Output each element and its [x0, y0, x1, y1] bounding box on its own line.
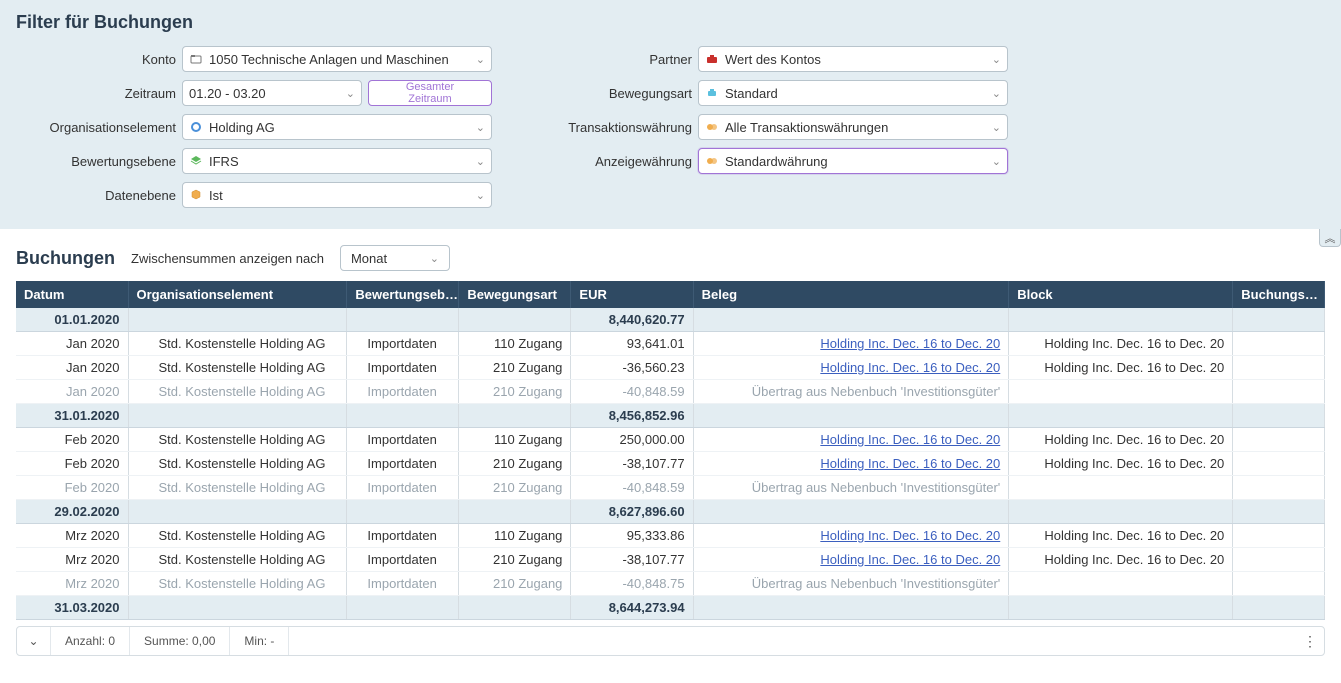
subtotal-row[interactable]: 01.01.20208,440,620.77 — [16, 308, 1325, 332]
cube-icon — [189, 188, 203, 202]
label-partner: Partner — [532, 52, 692, 67]
label-org: Organisationselement — [16, 120, 176, 135]
label-anzeige: Anzeigewährung — [532, 154, 692, 169]
chevron-down-icon: ⌄ — [992, 53, 1001, 66]
label-daten: Datenebene — [16, 188, 176, 203]
table-row[interactable]: Mrz 2020Std. Kostenstelle Holding AGImpo… — [16, 572, 1325, 596]
subtotal-row[interactable]: 29.02.20208,627,896.60 — [16, 500, 1325, 524]
beleg-link[interactable]: Holding Inc. Dec. 16 to Dec. 20 — [820, 432, 1000, 447]
filter-panel: Filter für Buchungen Konto 1050 Technisc… — [0, 0, 1341, 229]
konto-select[interactable]: 1050 Technische Anlagen und Maschinen ⌄ — [182, 46, 492, 72]
footer-count: Anzahl: 0 — [51, 627, 130, 655]
trans-select[interactable]: Alle Transaktionswährungen ⌄ — [698, 114, 1008, 140]
gesamter-zeitraum-button[interactable]: Gesamter Zeitraum — [368, 80, 492, 106]
beleg-link[interactable]: Holding Inc. Dec. 16 to Dec. 20 — [820, 552, 1000, 567]
beleg-link[interactable]: Holding Inc. Dec. 16 to Dec. 20 — [820, 360, 1000, 375]
table-row[interactable]: Feb 2020Std. Kostenstelle Holding AGImpo… — [16, 428, 1325, 452]
footer-sum: Summe: 0,00 — [130, 627, 230, 655]
chevron-down-icon: ⌄ — [476, 155, 485, 168]
table-header-row: Datum Organisationselement Bewertungseb…… — [16, 281, 1325, 308]
col-bewegung[interactable]: Bewegungsart — [459, 281, 571, 308]
table-row[interactable]: Jan 2020Std. Kostenstelle Holding AGImpo… — [16, 332, 1325, 356]
chevron-down-icon: ⌄ — [476, 121, 485, 134]
chevron-down-icon: ⌄ — [430, 252, 439, 265]
label-zeitraum: Zeitraum — [16, 86, 176, 101]
col-buchungs[interactable]: Buchungs… — [1233, 281, 1325, 308]
label-bewegung: Bewegungsart — [532, 86, 692, 101]
collapse-filter-button[interactable]: ︽ — [1319, 229, 1341, 247]
subtotal-row[interactable]: 31.01.20208,456,852.96 — [16, 404, 1325, 428]
col-beleg[interactable]: Beleg — [693, 281, 1009, 308]
table-row[interactable]: Feb 2020Std. Kostenstelle Holding AGImpo… — [16, 476, 1325, 500]
table-row[interactable]: Mrz 2020Std. Kostenstelle Holding AGImpo… — [16, 548, 1325, 572]
beleg-link[interactable]: Holding Inc. Dec. 16 to Dec. 20 — [820, 456, 1000, 471]
chevron-down-icon: ⌄ — [346, 87, 355, 100]
chevron-down-icon: ⌄ — [476, 189, 485, 202]
footer-menu-button[interactable]: ⋮ — [1296, 627, 1324, 655]
chevron-down-icon: ⌄ — [992, 121, 1001, 134]
label-bewertung: Bewertungsebene — [16, 154, 176, 169]
bewertung-select[interactable]: IFRS ⌄ — [182, 148, 492, 174]
daten-select[interactable]: Ist ⌄ — [182, 182, 492, 208]
beleg-link[interactable]: Holding Inc. Dec. 16 to Dec. 20 — [820, 336, 1000, 351]
col-bewertung[interactable]: Bewertungseb… — [347, 281, 459, 308]
layers-icon — [189, 154, 203, 168]
chevron-down-icon: ⌄ — [476, 53, 485, 66]
org-select[interactable]: Holding AG ⌄ — [182, 114, 492, 140]
expand-footer-button[interactable]: ⌄ — [17, 627, 51, 655]
partner-select[interactable]: Wert des Kontos ⌄ — [698, 46, 1008, 72]
org-icon — [189, 120, 203, 134]
col-eur[interactable]: EUR — [571, 281, 693, 308]
subtotal-label: Zwischensummen anzeigen nach — [131, 251, 324, 266]
beleg-link[interactable]: Holding Inc. Dec. 16 to Dec. 20 — [820, 528, 1000, 543]
zeitraum-select[interactable]: 01.20 - 03.20 ⌄ — [182, 80, 362, 106]
col-block[interactable]: Block — [1009, 281, 1233, 308]
col-datum[interactable]: Datum — [16, 281, 128, 308]
folder-icon — [189, 52, 203, 66]
chevron-down-icon: ⌄ — [992, 87, 1001, 100]
table-row[interactable]: Jan 2020Std. Kostenstelle Holding AGImpo… — [16, 356, 1325, 380]
label-konto: Konto — [16, 52, 176, 67]
currency-icon — [705, 120, 719, 134]
bookings-table: Datum Organisationselement Bewertungseb…… — [16, 281, 1325, 620]
anzeige-select[interactable]: Standardwährung ⌄ — [698, 148, 1008, 174]
chevron-down-icon: ⌄ — [992, 155, 1001, 168]
bewegung-select[interactable]: Standard ⌄ — [698, 80, 1008, 106]
currency-icon — [705, 154, 719, 168]
table-row[interactable]: Feb 2020Std. Kostenstelle Holding AGImpo… — [16, 452, 1325, 476]
briefcase-icon — [705, 52, 719, 66]
footer-min: Min: - — [230, 627, 289, 655]
filter-title: Filter für Buchungen — [16, 12, 1325, 33]
table-row[interactable]: Jan 2020Std. Kostenstelle Holding AGImpo… — [16, 380, 1325, 404]
subtotal-select[interactable]: Monat ⌄ — [340, 245, 450, 271]
movement-icon — [705, 86, 719, 100]
col-org[interactable]: Organisationselement — [128, 281, 347, 308]
section-title: Buchungen — [16, 248, 115, 269]
table-row[interactable]: Mrz 2020Std. Kostenstelle Holding AGImpo… — [16, 524, 1325, 548]
footer-bar: ⌄ Anzahl: 0 Summe: 0,00 Min: - ⋮ — [16, 626, 1325, 656]
subtotal-row[interactable]: 31.03.20208,644,273.94 — [16, 596, 1325, 620]
label-trans: Transaktionswährung — [532, 120, 692, 135]
